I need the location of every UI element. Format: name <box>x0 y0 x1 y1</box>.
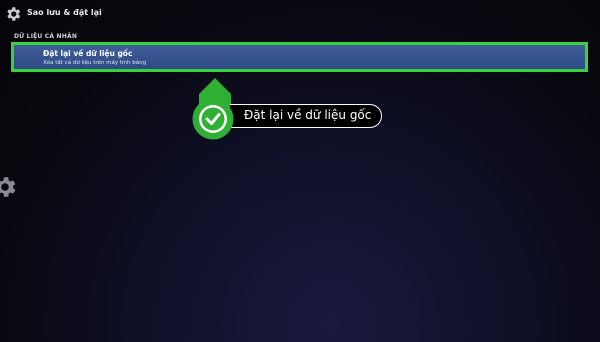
factory-reset-item[interactable]: Đặt lại về dữ liệu gốc Xóa tất cả dữ liệ… <box>11 42 588 72</box>
section-header: DỮ LIỆU CÁ NHÂN <box>14 33 78 40</box>
factory-reset-subtitle: Xóa tất cả dữ liệu trên máy tính bảng <box>43 60 147 66</box>
checkmark-icon <box>192 98 234 140</box>
gear-icon <box>7 7 21 21</box>
side-gear-icon <box>0 177 16 197</box>
factory-reset-title: Đặt lại về dữ liệu gốc <box>43 49 133 58</box>
callout-label: Đặt lại về dữ liệu gốc <box>230 104 383 128</box>
top-bar: Sao lưu & đặt lại <box>0 0 600 30</box>
page-title: Sao lưu & đặt lại <box>27 8 102 17</box>
screen: Sao lưu & đặt lại DỮ LIỆU CÁ NHÂN Đặt lạ… <box>0 0 600 342</box>
